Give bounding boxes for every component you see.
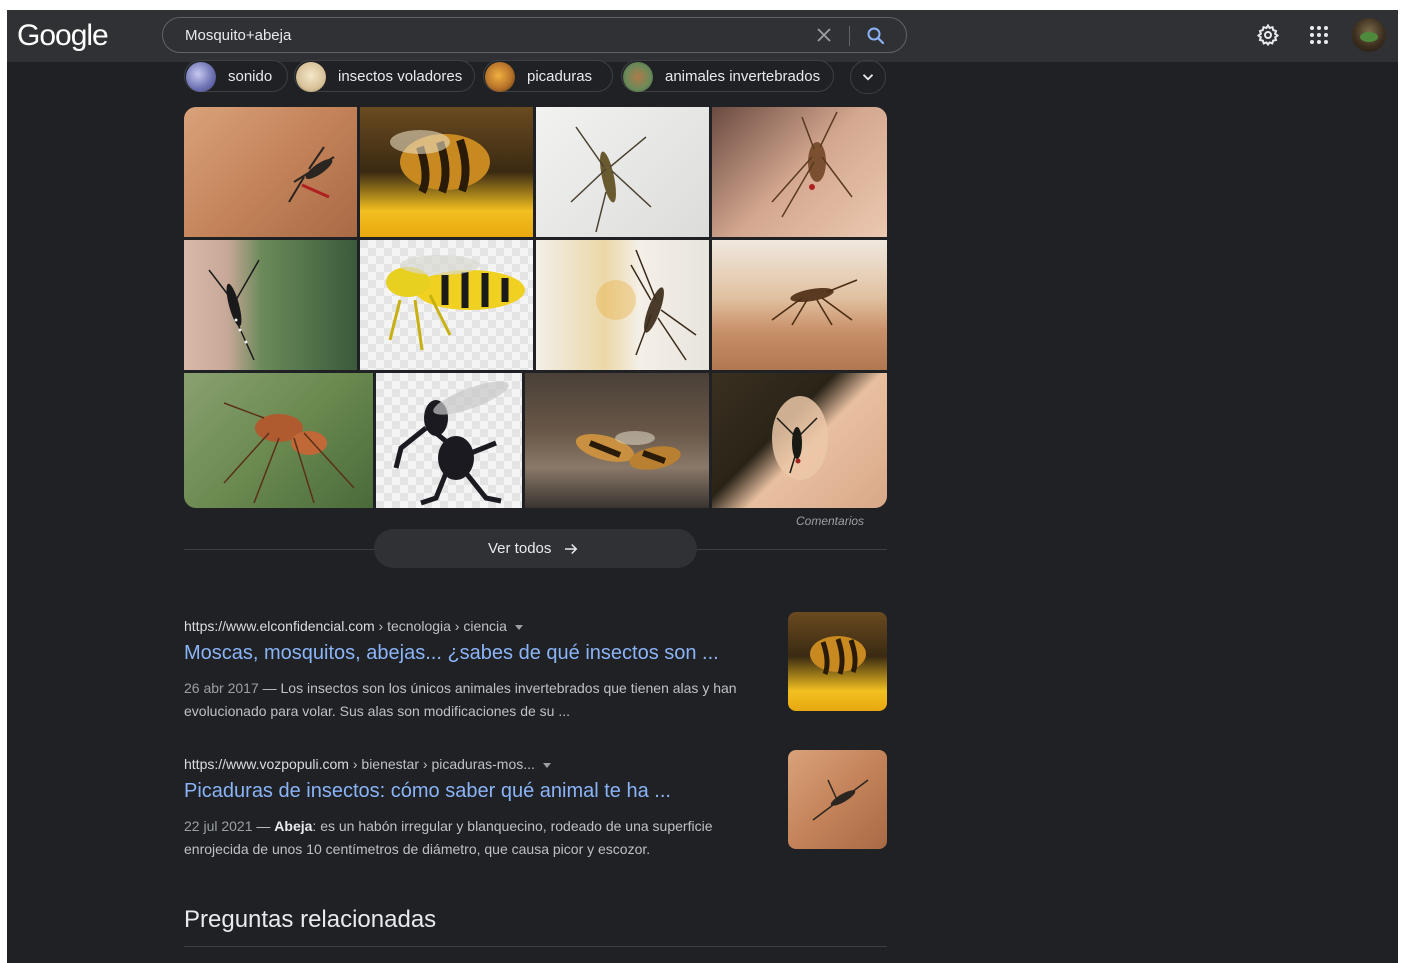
result-date: 26 abr 2017 xyxy=(184,680,259,696)
image-result[interactable] xyxy=(712,373,887,508)
image-result[interactable] xyxy=(712,107,887,237)
result-url[interactable]: https://www.vozpopuli.com › bienestar › … xyxy=(184,756,551,772)
snippet-separator: — xyxy=(258,680,281,696)
chip-label: insectos voladores xyxy=(338,68,463,85)
image-result[interactable] xyxy=(184,373,373,508)
chip-animales-invertebrados[interactable]: animales invertebrados xyxy=(621,60,834,92)
image-result[interactable] xyxy=(184,107,357,237)
result-url[interactable]: https://www.elconfidencial.com › tecnolo… xyxy=(184,618,523,634)
chip-thumbnail xyxy=(186,62,216,92)
search-input[interactable]: Mosquito+abeja xyxy=(185,27,291,44)
chip-thumbnail xyxy=(296,62,326,92)
result-title-link[interactable]: Picaduras de insectos: cómo saber qué an… xyxy=(184,780,671,803)
apps-grid-icon[interactable] xyxy=(1307,23,1331,47)
see-all-label: Ver todos xyxy=(488,540,552,557)
image-result[interactable] xyxy=(712,240,887,370)
search-results-page: Google Mosquito+abeja sonido insectos vo… xyxy=(7,10,1398,963)
search-result: https://www.vozpopuli.com › bienestar › … xyxy=(184,750,894,866)
chip-picaduras[interactable]: picaduras xyxy=(483,60,613,92)
search-divider xyxy=(849,26,850,46)
result-path: › bienestar › picaduras-mos... xyxy=(348,756,535,772)
chip-sonido[interactable]: sonido xyxy=(184,60,288,92)
google-logo[interactable]: Google xyxy=(17,19,109,53)
image-result[interactable] xyxy=(525,373,709,508)
result-thumbnail[interactable] xyxy=(788,750,887,849)
chip-thumbnail xyxy=(623,62,653,92)
caret-down-icon[interactable] xyxy=(514,624,523,630)
result-snippet: 26 abr 2017 — Los insectos son los único… xyxy=(184,677,769,723)
result-domain: https://www.vozpopuli.com xyxy=(184,756,349,772)
snippet-bold: Abeja xyxy=(274,818,313,834)
more-chips-button[interactable] xyxy=(850,60,886,94)
result-title-link[interactable]: Moscas, mosquitos, abejas... ¿sabes de q… xyxy=(184,642,719,665)
image-result[interactable] xyxy=(360,240,533,370)
clear-icon[interactable] xyxy=(812,23,836,47)
chip-label: picaduras xyxy=(527,68,593,85)
search-result: https://www.elconfidencial.com › tecnolo… xyxy=(184,612,894,728)
result-date: 22 jul 2021 xyxy=(184,818,253,834)
feedback-link[interactable]: Comentarios xyxy=(796,514,864,528)
image-result[interactable] xyxy=(536,107,709,237)
divider-line xyxy=(184,946,887,947)
image-result[interactable] xyxy=(536,240,709,370)
chip-label: animales invertebrados xyxy=(665,68,821,85)
header-bar: Google Mosquito+abeja xyxy=(7,10,1398,62)
related-questions-heading: Preguntas relacionadas xyxy=(184,906,437,933)
caret-down-icon[interactable] xyxy=(542,762,551,768)
divider-line xyxy=(184,549,374,550)
gear-icon[interactable] xyxy=(1256,23,1280,47)
divider-line xyxy=(697,549,887,550)
chip-label: sonido xyxy=(228,68,273,85)
result-path: › tecnologia › ciencia xyxy=(374,618,507,634)
image-result[interactable] xyxy=(360,107,533,237)
see-all-images-button[interactable]: Ver todos xyxy=(374,529,697,568)
chip-insectos-voladores[interactable]: insectos voladores xyxy=(294,60,475,92)
search-box[interactable]: Mosquito+abeja xyxy=(162,17,907,53)
account-avatar[interactable] xyxy=(1352,18,1386,52)
image-result[interactable] xyxy=(184,240,357,370)
arrow-right-icon xyxy=(565,543,578,555)
result-snippet: 22 jul 2021 — Abeja: es un habón irregul… xyxy=(184,815,769,861)
search-icon[interactable] xyxy=(864,24,888,48)
image-results-grid xyxy=(184,107,887,508)
snippet-separator: — xyxy=(252,818,275,834)
chip-thumbnail xyxy=(485,62,515,92)
chevron-down-icon xyxy=(862,74,874,81)
result-thumbnail[interactable] xyxy=(788,612,887,711)
image-result[interactable] xyxy=(376,373,522,508)
result-domain: https://www.elconfidencial.com xyxy=(184,618,375,634)
